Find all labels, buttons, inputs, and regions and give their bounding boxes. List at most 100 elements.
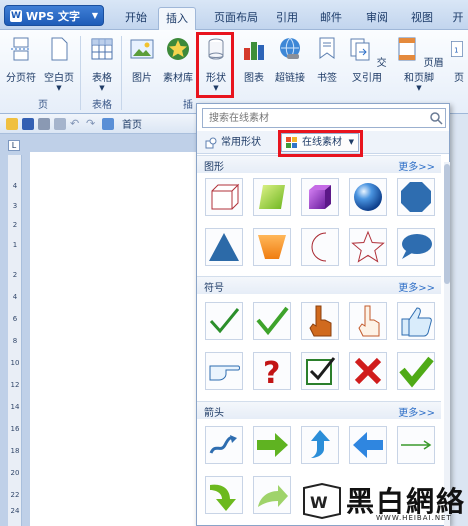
table-label: 表格 [92,73,112,84]
table-button[interactable]: 表格 ▼ [84,34,120,96]
home-doc-icon [102,117,114,130]
watermark-url: WWW.HEIBAI.NET [376,514,452,522]
symbol-tile-hand-point-right[interactable] [205,352,243,390]
symbol-tile-hand-point-up[interactable] [301,302,339,340]
page-break-label: 分页符 [6,73,36,84]
symbol-tile-question-mark[interactable]: ? [253,352,291,390]
save-icon[interactable] [22,117,34,130]
arrow-tile-left-blue[interactable] [349,426,387,464]
arrow-tile-curly[interactable] [205,426,243,464]
tab-view[interactable]: 视图 [405,7,439,30]
open-folder-icon[interactable] [6,117,18,130]
symbol-tile-check-bold[interactable] [397,352,435,390]
arrow-tile-curved-up[interactable] [253,476,291,514]
check-icon [209,308,240,334]
table-icon [91,38,113,60]
symbol-tile-checkbox[interactable] [301,352,339,390]
arrow-tile-thin-right[interactable] [397,426,435,464]
star-icon [351,230,385,263]
chevron-down-icon: ▼ [99,84,105,92]
shape-tile-octagon[interactable] [397,178,435,216]
header-footer-button[interactable]: 页眉和页脚 ▼ [392,34,446,96]
redo-icon[interactable]: ↷ [86,117,98,130]
clip-library-button[interactable]: 素材库 [160,34,196,96]
speech-bubble-icon [402,234,432,259]
thumbs-up-icon [401,307,432,337]
chart-icon [244,42,264,60]
home-tab-label[interactable]: 首页 [122,116,142,131]
blank-page-icon [51,37,68,61]
tab-review[interactable]: 审阅 [360,7,394,30]
check-icon [256,306,289,336]
group-pages-label: 页 [38,100,48,111]
document-page[interactable] [30,152,200,526]
check-icon [399,356,434,388]
ruler-number: 2 [12,271,18,279]
shape-tile-trapezoid[interactable] [253,228,291,266]
ruler-number: 16 [10,425,20,433]
tab-page-layout[interactable]: 页面布局 [210,7,262,30]
symbol-tile-thumbs-up[interactable] [397,302,435,340]
ruler-number: 20 [10,469,20,477]
hand-point-right-icon [209,365,240,381]
shape-tile-speech-bubble[interactable] [397,228,435,266]
shape-tile-purple-cube[interactable] [301,178,339,216]
search-icon[interactable] [429,111,443,125]
picture-button[interactable]: 图片 [124,34,160,96]
arrow-tile-right-green[interactable] [253,426,291,464]
tab-mailings[interactable]: 邮件 [314,7,348,30]
shape-tile-moon[interactable] [301,228,339,266]
print-icon[interactable] [38,117,50,130]
tab-references[interactable]: 引用 [272,7,302,30]
symbol-tile-hand-outline[interactable] [349,302,387,340]
watermark-logo-icon: W [303,482,341,520]
blank-page-button[interactable]: 空白页 ▼ [41,34,77,96]
more-link[interactable]: 更多>> [398,279,435,294]
section-header-symbols: 符号 更多>> [197,276,441,294]
undo-icon[interactable]: ↶ [70,117,82,130]
symbol-tile-check[interactable] [253,302,291,340]
bookmark-button[interactable]: 书签 [309,34,345,96]
page-break-button[interactable]: 分页符 [3,34,39,96]
tab-developer[interactable]: 开 [448,7,468,30]
ruler-number: 1 [12,241,18,249]
shape-tile-sphere[interactable] [349,178,387,216]
panel-scrollbar-thumb[interactable] [444,164,450,284]
tab-home[interactable]: 开始 [118,7,154,30]
cross-reference-button[interactable]: 交叉引用 [346,34,388,96]
shape-tile-green-parallelogram[interactable] [253,178,291,216]
ruler-number: 24 [10,507,20,515]
svg-text:1: 1 [454,46,458,54]
arrow-up-curved-icon [311,430,330,458]
ruler-number: 3 [12,202,18,210]
blank-page-label: 空白页 [44,73,74,84]
site-watermark: W 黑白網絡 WWW.HEIBAI.NET [302,480,468,526]
symbol-tile-check-thin[interactable] [205,302,243,340]
arrow-tile-curved-down[interactable] [205,476,243,514]
print-preview-icon[interactable] [54,117,66,130]
ruler-number: 8 [12,337,18,345]
tab-insert[interactable]: 插入 [158,7,196,30]
shape-tile-cube[interactable] [205,178,243,216]
arrow-tile-up-curved[interactable] [301,426,339,464]
arrow-right-icon [257,433,288,457]
group-insert-label: 插 [183,100,193,111]
curly-arrow-icon [209,435,237,454]
app-menu-button[interactable]: W WPS 文字 ▼ [4,5,104,26]
tab-stop-selector[interactable]: L [8,140,20,151]
group-separator [80,36,81,110]
shape-tile-triangle[interactable] [205,228,243,266]
hyperlink-button[interactable]: 超链接 [272,34,308,96]
symbol-tile-cross[interactable] [349,352,387,390]
chart-button[interactable]: 图表 [236,34,272,96]
tab-common-label: 常用形状 [221,137,261,148]
app-name: WPS 文字 [26,9,80,23]
shapes-icon [205,137,217,149]
more-link[interactable]: 更多>> [398,158,435,173]
more-link[interactable]: 更多>> [398,404,435,419]
page-number-button[interactable]: 1 页 [450,34,468,96]
shape-tile-star[interactable] [349,228,387,266]
ribbon: 分页符 空白页 ▼ 表格 ▼ 图片 素材库 形状 ▼ 图表 超链接 书签 交叉引… [0,30,468,114]
tab-common-shapes[interactable]: 常用形状 [203,134,271,152]
online-search-input[interactable] [202,108,446,128]
